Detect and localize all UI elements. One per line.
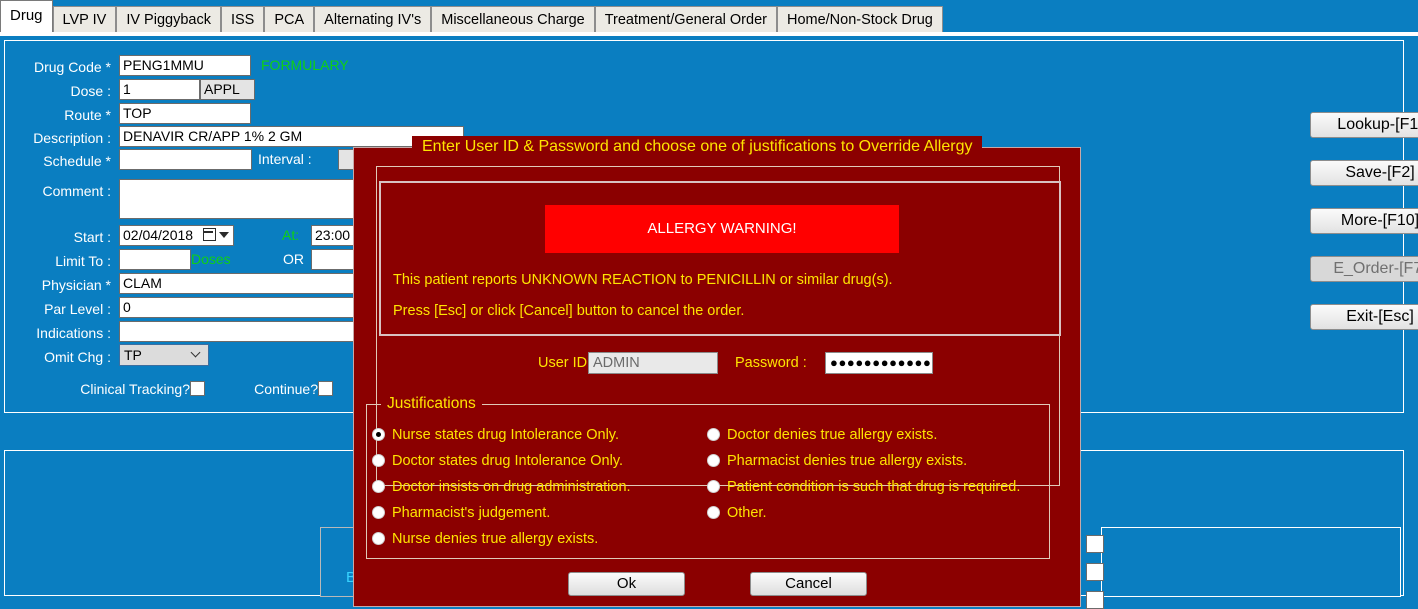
tab-home-non-stock-drug[interactable]: Home/Non-Stock Drug (776, 6, 943, 32)
justification-label: Other. (727, 505, 767, 521)
drug-code-input[interactable]: PENG1MMU (119, 55, 251, 76)
justification-label: Doctor insists on drug administration. (392, 479, 631, 495)
tab-strip: Drug LVP IV IV Piggyback ISS PCA Alternating … (0, 0, 1418, 32)
omit-chg-select[interactable]: TP (119, 344, 209, 366)
route-input[interactable]: TOP (119, 103, 251, 124)
schedule-label: Schedule * (43, 153, 111, 169)
dose-label: Dose : (70, 83, 111, 99)
side-button-exit-esc[interactable]: Exit-[Esc] (1310, 304, 1418, 330)
password-label: Password : (735, 355, 807, 371)
at-label: At: (282, 227, 300, 243)
par-level-input[interactable]: 0 (119, 297, 356, 318)
radio-icon (372, 506, 385, 519)
limit-to-label: Limit To : (55, 253, 111, 269)
side-button-lookup-f1[interactable]: Lookup-[F1] (1310, 112, 1418, 138)
comment-label: Comment : (42, 183, 111, 199)
tab-miscellaneous-charge[interactable]: Miscellaneous Charge (431, 6, 595, 32)
radio-icon (707, 454, 720, 467)
bottom-checkbox-3[interactable] (1086, 591, 1104, 609)
side-button-e-order-f7: E_Order-[F7] (1310, 256, 1418, 282)
drug-code-label: Drug Code * (33, 59, 111, 75)
radio-icon (372, 480, 385, 493)
tab-iss[interactable]: ISS (220, 6, 265, 32)
tab-list: Drug LVP IV IV Piggyback ISS PCA Alternating … (0, 0, 943, 32)
side-button-more-f10[interactable]: More-[F10] (1310, 208, 1418, 234)
chevron-down-icon (192, 349, 201, 358)
physician-label: Physician * (41, 277, 111, 293)
justification-label: Pharmacist denies true allergy exists. (727, 453, 968, 469)
justification-label: Doctor states drug Intolerance Only. (392, 453, 624, 469)
checkbox-subpanel (1101, 527, 1401, 597)
route-label: Route * (64, 107, 111, 123)
or-input[interactable] (311, 249, 359, 270)
password-input[interactable]: ●●●●●●●●●●●●●●● (825, 352, 933, 374)
indications-input[interactable] (119, 321, 356, 342)
calendar-dropdown-icon[interactable] (203, 228, 229, 243)
omit-chg-label: Omit Chg : (44, 349, 111, 365)
clinical-tracking-label: Clinical Tracking? (80, 381, 190, 397)
tab-lvp-iv[interactable]: LVP IV (52, 6, 117, 32)
formulary-status: FORMULARY (261, 57, 349, 73)
or-label: OR (283, 251, 304, 267)
tab-alternating-iv-s[interactable]: Alternating IV's (314, 6, 432, 32)
tab-iv-piggyback[interactable]: IV Piggyback (116, 6, 221, 32)
dialog-title: Enter User ID & Password and choose one … (412, 136, 983, 158)
allergy-warning-banner: ALLERGY WARNING! (545, 205, 899, 253)
allergy-message-line-2: Press [Esc] or click [Cancel] button to … (393, 303, 745, 319)
allergy-message-box: ALLERGY WARNING! This patient reports UN… (379, 181, 1061, 336)
start-label: Start : (73, 229, 111, 245)
limit-to-input[interactable] (119, 249, 191, 270)
dose-input[interactable]: 1 (119, 79, 200, 100)
continue-checkbox[interactable] (318, 381, 333, 396)
ok-button[interactable]: Ok (568, 572, 685, 596)
justification-label: Doctor denies true allergy exists. (727, 427, 938, 443)
bottom-checkbox-2[interactable] (1086, 563, 1104, 581)
tab-treatment-general-order[interactable]: Treatment/General Order (594, 6, 777, 32)
tab-underline-spacer (0, 36, 1418, 39)
radio-icon (707, 506, 720, 519)
par-level-label: Par Level : (44, 301, 111, 317)
at-time-input[interactable]: 23:00 (311, 225, 359, 246)
user-id-input[interactable]: ADMIN (588, 352, 718, 374)
tab-pca[interactable]: PCA (264, 6, 315, 32)
interval-label: Interval : (258, 151, 312, 167)
radio-icon (707, 480, 720, 493)
user-id-label: User ID (538, 355, 588, 371)
indications-label: Indications : (36, 325, 111, 341)
allergy-message-line-1: This patient reports UNKNOWN REACTION to… (393, 272, 893, 288)
radio-icon (372, 532, 385, 545)
justification-label: Pharmacist's judgement. (392, 505, 551, 521)
clinical-tracking-checkbox[interactable] (190, 381, 205, 396)
justification-label: Nurse denies true allergy exists. (392, 531, 599, 547)
physician-input[interactable]: CLAM (119, 273, 356, 294)
justifications-title: Justifications (381, 394, 482, 414)
radio-icon (372, 454, 385, 467)
schedule-input[interactable] (119, 149, 252, 170)
tab-drug[interactable]: Drug (0, 0, 53, 32)
description-label: Description : (33, 130, 111, 146)
continue-label: Continue? (254, 381, 318, 397)
side-button-save-f2[interactable]: Save-[F2] (1310, 160, 1418, 186)
radio-icon (707, 428, 720, 441)
justification-label: Nurse states drug Intolerance Only. (392, 427, 620, 443)
allergy-override-dialog: Enter User ID & Password and choose one … (353, 136, 1081, 607)
omit-chg-value: TP (124, 347, 142, 363)
dose-unit-display: APPL (200, 79, 255, 100)
bottom-checkbox-1[interactable] (1086, 535, 1104, 553)
radio-icon (372, 428, 385, 441)
cancel-button[interactable]: Cancel (750, 572, 867, 596)
doses-label: Doses (191, 251, 231, 267)
justification-label: Patient condition is such that drug is r… (727, 479, 1021, 495)
justifications-group: Justifications Nurse states drug Intoler… (366, 394, 1050, 559)
